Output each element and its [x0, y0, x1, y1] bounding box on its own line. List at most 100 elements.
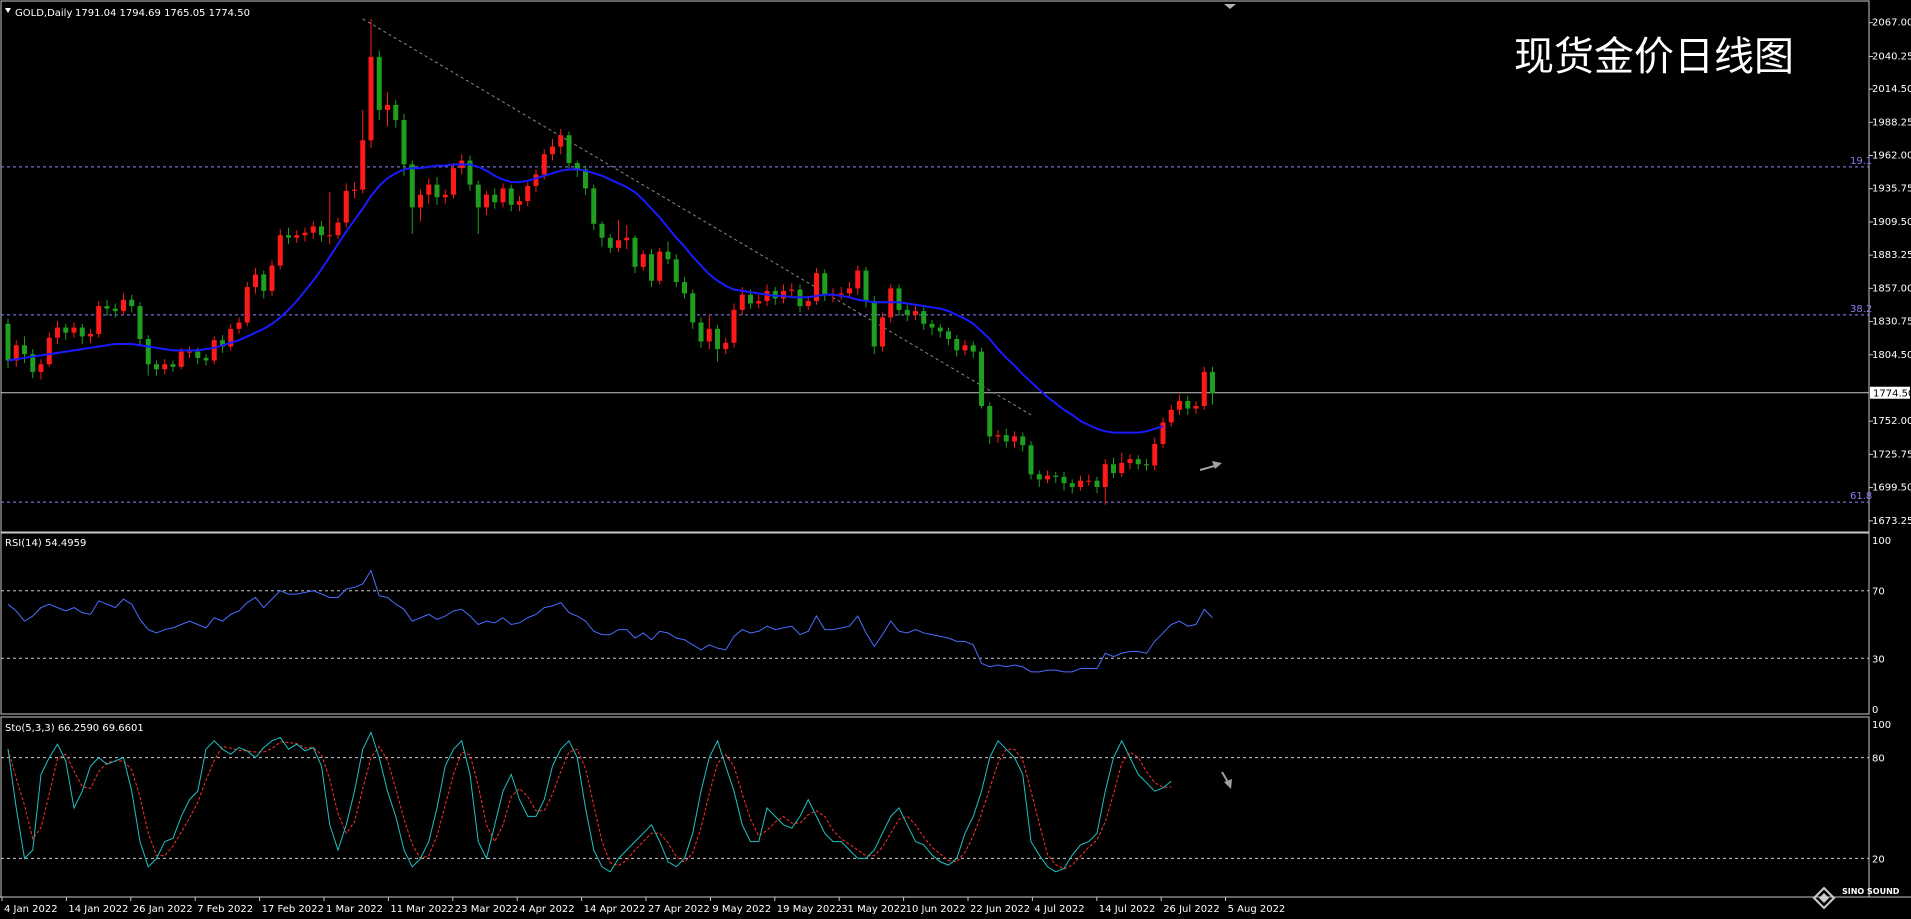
candle-body — [475, 184, 481, 208]
candle-body — [286, 235, 291, 238]
candle-body — [508, 188, 514, 205]
dropdown-triangle-icon[interactable] — [5, 8, 11, 13]
candle-body — [335, 222, 341, 236]
candle-body — [1053, 475, 1059, 477]
candle-body — [1144, 464, 1149, 466]
candle-body — [261, 274, 267, 291]
candle-body — [104, 306, 110, 309]
date-tick-label: 14 Apr 2022 — [584, 904, 646, 915]
candle-body — [112, 308, 118, 312]
candle-body — [253, 274, 258, 288]
candle-body — [63, 327, 69, 333]
date-tick-label: 10 Jun 2022 — [906, 904, 966, 915]
candle-body — [682, 282, 687, 294]
candle-body — [896, 288, 902, 310]
price-tick-label: 1725.75 — [1872, 449, 1911, 460]
candle-body — [79, 327, 85, 337]
fib-level-label: 19.1 — [1850, 156, 1872, 167]
sto-signal-line — [7, 741, 1172, 870]
chart-window: GOLD,Daily 1791.04 1794.69 1765.05 1774.… — [0, 0, 1911, 919]
candle-body — [269, 265, 275, 291]
rsi-tick-label: 30 — [1872, 654, 1885, 665]
candle-body — [591, 188, 597, 224]
candle-body — [962, 345, 968, 351]
sto-tick-label: 20 — [1872, 854, 1885, 865]
candle-body — [492, 194, 498, 203]
current-price-label: 1774.50 — [1873, 389, 1911, 400]
rsi-tick-label: 0 — [1872, 705, 1878, 716]
price-tick-label: 1804.50 — [1872, 350, 1911, 361]
candle-body — [170, 364, 176, 367]
candle-body — [71, 327, 77, 333]
candle-body — [1102, 464, 1108, 487]
price-tick-label: 2014.50 — [1872, 84, 1911, 95]
candle-body — [162, 364, 168, 370]
candle-body — [558, 135, 564, 147]
candle-body — [871, 300, 877, 347]
price-tick-label: 1883.25 — [1872, 250, 1911, 261]
candle-body — [715, 328, 720, 350]
candle-body — [748, 294, 753, 304]
candle-body — [129, 299, 135, 307]
rsi-label: RSI(14) 54.4959 — [5, 538, 86, 549]
candle-body — [187, 351, 192, 353]
candle-body — [1193, 406, 1199, 409]
date-tick-label: 31 May 2022 — [841, 904, 906, 915]
candle-body — [756, 300, 762, 304]
candle-body — [781, 290, 786, 299]
date-tick-label: 17 Feb 2022 — [262, 904, 324, 915]
candle-body — [649, 254, 654, 281]
candle-body — [277, 235, 283, 266]
candle-body — [723, 342, 729, 350]
scroll-marker-icon[interactable] — [1224, 4, 1236, 9]
candle-body — [789, 289, 795, 291]
candle-body — [46, 337, 52, 365]
date-tick-label: 4 Jan 2022 — [4, 904, 58, 915]
candle-body — [5, 323, 11, 361]
fib-level-label: 38.2 — [1850, 304, 1872, 315]
candle-body — [1094, 480, 1100, 487]
candle-body — [1160, 422, 1166, 444]
candle-body — [442, 194, 448, 198]
candle-body — [838, 293, 844, 295]
candle-body — [1078, 480, 1083, 487]
candle-body — [121, 299, 126, 312]
sto-tick-label: 80 — [1872, 754, 1885, 765]
candle-body — [913, 311, 918, 315]
candle-body — [352, 189, 357, 191]
date-tick-label: 5 Aug 2022 — [1228, 904, 1286, 915]
sto-panel-frame — [0, 716, 1870, 898]
candle-body — [1086, 480, 1092, 482]
candle-body — [954, 338, 960, 351]
price-panel-frame — [0, 0, 1870, 533]
date-axis: 4 Jan 2022 14 Jan 2022 26 Jan 2022 7 Feb 20… — [1, 897, 1286, 915]
rsi-tick-label: 70 — [1872, 587, 1885, 598]
guide-lines: 19.1 38.2 61.8 — [1, 156, 1872, 503]
ohlc-readout: 1791.04 1794.69 1765.05 1774.50 — [75, 8, 250, 19]
candle-body — [211, 340, 217, 361]
candle-body — [690, 293, 696, 323]
price-tick-label: 1935.75 — [1872, 184, 1911, 195]
candle-body — [1069, 483, 1075, 487]
candle-body — [929, 323, 935, 328]
sto-tick-label: 100 — [1872, 720, 1891, 731]
candle-body — [1201, 371, 1207, 407]
candle-body — [1210, 371, 1215, 394]
rsi-line — [7, 569, 1213, 673]
candle-body — [1119, 462, 1125, 474]
candle-body — [550, 146, 555, 155]
date-tick-label: 27 Apr 2022 — [648, 904, 710, 915]
chart-canvas: GOLD,Daily 1791.04 1794.69 1765.05 1774.… — [0, 0, 1911, 915]
candle-body — [657, 251, 663, 281]
candle-body — [96, 306, 102, 334]
candle-body — [500, 188, 506, 203]
candle-body — [599, 223, 605, 238]
date-tick-label: 1 Mar 2022 — [326, 904, 383, 915]
candle-body — [979, 351, 984, 407]
candle-body — [616, 240, 621, 248]
candle-body — [1127, 459, 1133, 463]
candle-body — [343, 190, 349, 223]
price-tick-label: 1673.25 — [1872, 516, 1911, 527]
rsi-group: 100 70 30 0 — [1, 536, 1891, 716]
candle-body — [805, 300, 811, 307]
